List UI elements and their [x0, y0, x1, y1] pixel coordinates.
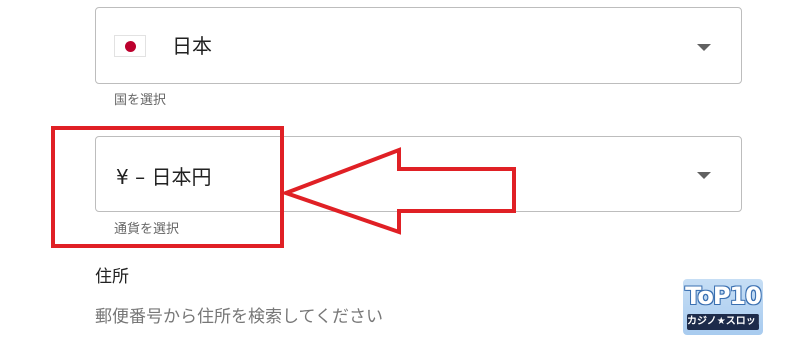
logo-main-text: ToP10 [685, 282, 762, 310]
japan-flag-icon [114, 35, 146, 57]
country-select-value: 日本 [172, 34, 212, 58]
annotation-highlight-box [51, 126, 284, 248]
address-search-link[interactable]: 郵便番号から住所を検索してください [95, 306, 383, 328]
chevron-down-icon[interactable] [697, 172, 711, 179]
currency-settings-page: 日本 国を選択 ¥ – 日本円 通貨を選択 住所 郵便番号から住所を検索してくだ… [0, 0, 800, 359]
address-label: 住所 [95, 267, 129, 287]
chevron-down-icon[interactable] [697, 44, 711, 51]
logo-sub-text: カジノ★スロット [687, 314, 759, 330]
top10-logo: ToP10 カジノ★スロット [683, 279, 763, 335]
country-select-helper: 国を選択 [114, 93, 167, 108]
country-select[interactable]: 日本 [95, 7, 742, 84]
